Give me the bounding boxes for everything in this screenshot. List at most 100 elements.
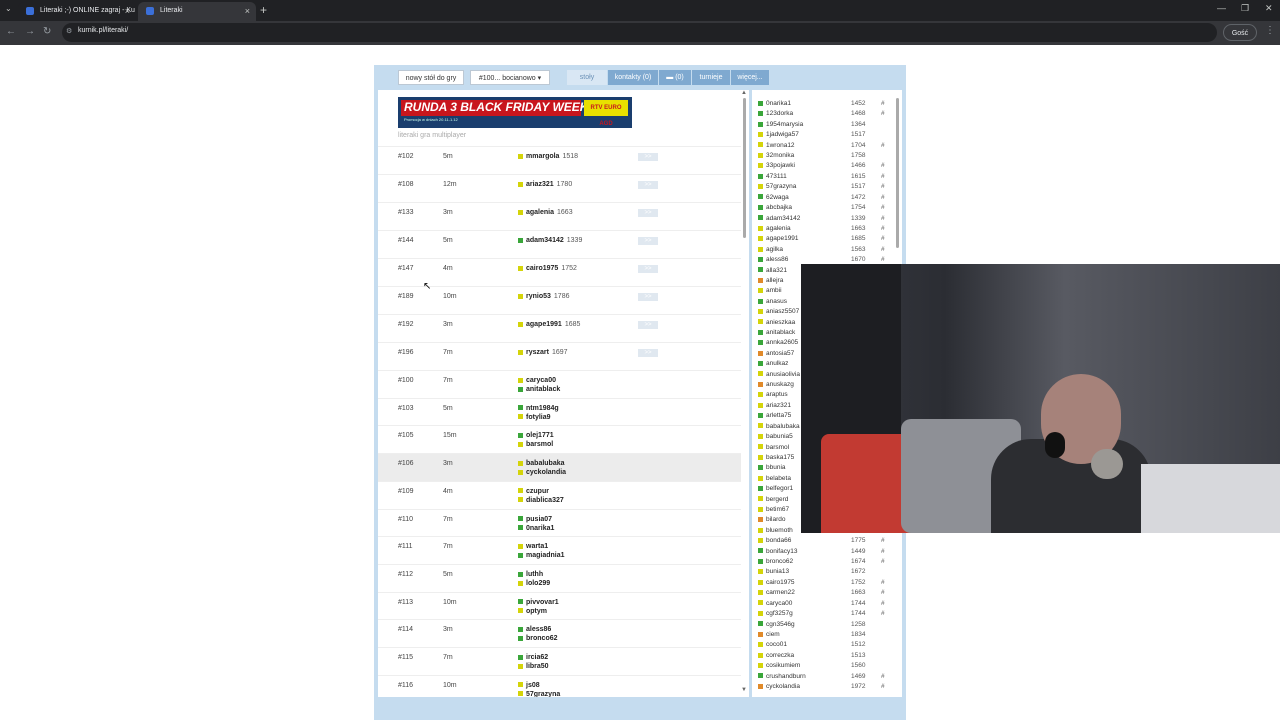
site-info-icon[interactable]: ⚙ bbox=[66, 27, 72, 35]
tab-search-icon[interactable]: ⌄ bbox=[5, 4, 12, 13]
player-list-item[interactable]: adam34142 1339 # bbox=[758, 215, 896, 225]
player-list-item[interactable]: cgf3257g 1744 # bbox=[758, 610, 896, 620]
reload-icon[interactable]: ↻ bbox=[43, 26, 51, 37]
table-row[interactable]: #112 5m luthh lolo299 bbox=[378, 563, 742, 593]
table-player[interactable]: anitablack bbox=[518, 386, 560, 393]
guest-profile-button[interactable]: Gość bbox=[1223, 24, 1257, 41]
browser-tab-literaki-online[interactable]: Literaki ;-) ONLINE zagraj - Ku × bbox=[18, 2, 136, 21]
table-player[interactable]: magiadnia1 bbox=[518, 552, 565, 559]
table-row[interactable]: #144 5m adam34142 1339 >> bbox=[378, 230, 742, 259]
join-table-button[interactable]: >> bbox=[638, 349, 658, 357]
scroll-down-arrow-icon[interactable]: ▼ bbox=[741, 687, 747, 693]
table-player[interactable]: libra50 bbox=[518, 663, 549, 670]
tables-scrollbar[interactable]: ▲ ▼ bbox=[741, 90, 749, 697]
player-list-item[interactable]: abcbajka 1754 # bbox=[758, 204, 896, 214]
table-row[interactable]: #109 4m czupur diablica327 bbox=[378, 480, 742, 510]
new-tab-plus-icon[interactable]: + bbox=[260, 3, 267, 17]
table-player[interactable]: ntm1984g bbox=[518, 405, 559, 412]
player-list-item[interactable]: bonda66 1775 # bbox=[758, 537, 896, 547]
player-list-item[interactable]: 57grazyna 1517 # bbox=[758, 183, 896, 193]
table-player[interactable]: barsmol bbox=[518, 441, 553, 448]
table-row[interactable]: #196 7m ryszart 1697 >> bbox=[378, 342, 742, 371]
player-list-item[interactable]: bronco62 1674 # bbox=[758, 558, 896, 568]
player-list-item[interactable]: 1wrona12 1704 # bbox=[758, 142, 896, 152]
join-table-button[interactable]: >> bbox=[638, 153, 658, 161]
table-player[interactable]: ircia62 bbox=[518, 654, 548, 661]
tab-contacts[interactable]: kontakty (0) bbox=[608, 70, 658, 85]
join-table-button[interactable]: >> bbox=[638, 237, 658, 245]
join-table-button[interactable]: >> bbox=[638, 209, 658, 217]
player-list-item[interactable]: bunia13 1672 bbox=[758, 568, 896, 578]
table-player[interactable]: bronco62 bbox=[518, 635, 558, 642]
table-player[interactable]: rynio53 1786 bbox=[518, 293, 569, 300]
table-row[interactable]: #102 5m mmargola 1518 >> bbox=[378, 146, 742, 175]
table-player[interactable]: js08 bbox=[518, 682, 540, 689]
table-row[interactable]: #189 10m rynio53 1786 >> bbox=[378, 286, 742, 315]
join-table-button[interactable]: >> bbox=[638, 293, 658, 301]
table-row[interactable]: #106 3m babalubaka cyckolandia bbox=[378, 453, 742, 482]
player-list-item[interactable]: caryca00 1744 # bbox=[758, 600, 896, 610]
advertisement-banner[interactable]: RUNDA 3 BLACK FRIDAY WEEKS Promocja w dn… bbox=[398, 97, 632, 128]
table-player[interactable]: cyckolandia bbox=[518, 469, 566, 476]
player-list-item[interactable]: cosikumiem 1560 bbox=[758, 662, 896, 672]
table-player[interactable]: pivvovar1 bbox=[518, 599, 559, 606]
player-list-item[interactable]: carmen22 1663 # bbox=[758, 589, 896, 599]
player-list-item[interactable]: ciem 1834 bbox=[758, 631, 896, 641]
scroll-up-arrow-icon[interactable]: ▲ bbox=[741, 90, 747, 96]
table-row[interactable]: #105 15m olej1771 barsmol bbox=[378, 425, 742, 454]
player-list-item[interactable]: correczka 1513 bbox=[758, 652, 896, 662]
tab-tournaments[interactable]: turnieje bbox=[692, 70, 730, 85]
table-player[interactable]: diablica327 bbox=[518, 497, 564, 504]
table-player[interactable]: fotylia9 bbox=[518, 414, 551, 421]
player-list-item[interactable]: 1954marysia 1364 bbox=[758, 121, 896, 131]
table-row[interactable]: #192 3m agape1991 1685 >> bbox=[378, 314, 742, 343]
table-player[interactable]: mmargola 1518 bbox=[518, 153, 578, 160]
table-player[interactable]: ariaz321 1780 bbox=[518, 181, 572, 188]
player-list-item[interactable]: 0narika1 1452 # bbox=[758, 100, 896, 110]
join-table-button[interactable]: >> bbox=[638, 265, 658, 273]
table-player[interactable]: pusia07 bbox=[518, 516, 552, 523]
back-arrow-icon[interactable]: ← bbox=[6, 26, 16, 37]
player-list-item[interactable]: agilka 1563 # bbox=[758, 246, 896, 256]
scrollbar-thumb[interactable] bbox=[743, 98, 746, 238]
table-row[interactable]: #133 3m agalenia 1663 >> bbox=[378, 202, 742, 231]
table-player[interactable]: optym bbox=[518, 608, 547, 615]
table-player[interactable]: ryszart 1697 bbox=[518, 349, 568, 356]
table-player[interactable]: cairo1975 1752 bbox=[518, 265, 577, 272]
table-player[interactable]: agalenia 1663 bbox=[518, 209, 573, 216]
table-row[interactable]: #115 7m ircia62 libra50 bbox=[378, 647, 742, 676]
player-list-item[interactable]: cairo1975 1752 # bbox=[758, 579, 896, 589]
player-list-item[interactable]: 123dorka 1468 # bbox=[758, 110, 896, 120]
tab-tables[interactable]: stoły bbox=[567, 70, 607, 85]
address-bar[interactable]: ⚙ kurnik.pl/literaki/ bbox=[62, 23, 1217, 42]
table-player[interactable]: olej1771 bbox=[518, 432, 554, 439]
table-row[interactable]: #110 7m pusia07 0narika1 bbox=[378, 508, 742, 538]
forward-arrow-icon[interactable]: → bbox=[25, 26, 35, 37]
join-table-button[interactable]: >> bbox=[638, 321, 658, 329]
table-row[interactable]: #147 4m cairo1975 1752 >> bbox=[378, 258, 742, 287]
player-list-item[interactable]: 32monika 1758 bbox=[758, 152, 896, 162]
table-player[interactable]: warta1 bbox=[518, 543, 548, 550]
player-list-item[interactable]: 62waga 1472 # bbox=[758, 194, 896, 204]
table-player[interactable]: agape1991 1685 bbox=[518, 321, 580, 328]
player-list-item[interactable]: coco01 1512 bbox=[758, 641, 896, 651]
table-player[interactable]: 57grazyna bbox=[518, 691, 560, 697]
table-player[interactable]: lolo299 bbox=[518, 580, 550, 587]
table-row[interactable]: #113 10m pivvovar1 optym bbox=[378, 591, 742, 621]
table-player[interactable]: luthh bbox=[518, 571, 543, 578]
player-list-item[interactable]: 33pojawki 1466 # bbox=[758, 162, 896, 172]
player-list-item[interactable]: cyckolandia 1972 # bbox=[758, 683, 896, 693]
player-list-item[interactable]: agape1991 1685 # bbox=[758, 235, 896, 245]
table-player[interactable]: 0narika1 bbox=[518, 525, 554, 532]
table-row[interactable]: #114 3m aless86 bronco62 bbox=[378, 619, 742, 648]
table-player[interactable]: czupur bbox=[518, 488, 549, 495]
table-row[interactable]: #108 12m ariaz321 1780 >> bbox=[378, 174, 742, 203]
room-select[interactable]: #100... bocianowo ▾ bbox=[470, 70, 550, 85]
player-list-item[interactable]: bonifacy13 1449 # bbox=[758, 548, 896, 558]
more-menu-button[interactable]: więcej... bbox=[731, 70, 769, 85]
new-table-button[interactable]: nowy stół do gry bbox=[398, 70, 464, 85]
player-list-item[interactable]: 1jadwiga57 1517 bbox=[758, 131, 896, 141]
player-list-item[interactable]: agalenia 1663 # bbox=[758, 225, 896, 235]
table-row[interactable]: #103 5m ntm1984g fotylia9 bbox=[378, 397, 742, 427]
scrollbar-thumb[interactable] bbox=[896, 98, 899, 248]
